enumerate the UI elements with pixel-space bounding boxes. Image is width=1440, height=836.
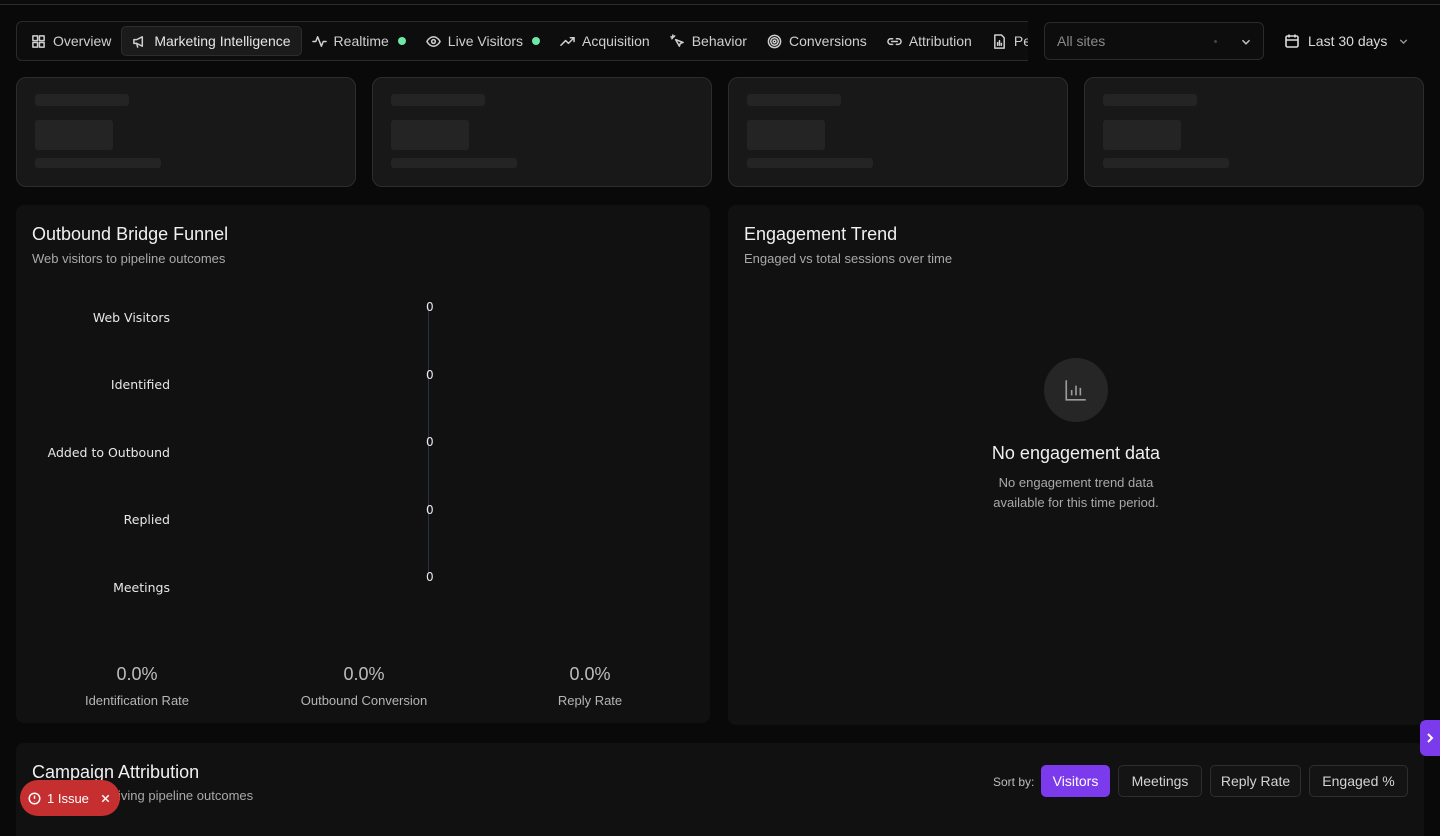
grid-icon (32, 34, 45, 48)
funnel-stage-label: Added to Outbound (47, 445, 170, 460)
sort-engaged-button[interactable]: Engaged % (1309, 765, 1408, 797)
megaphone-icon (133, 35, 144, 48)
tab-label: Perform (1013, 33, 1028, 49)
chevron-down-icon (1241, 39, 1251, 45)
funnel-stage-value: 0 (426, 435, 434, 449)
issue-badge[interactable]: 1 Issue (20, 780, 120, 816)
skeleton-line (391, 94, 485, 106)
live-indicator (397, 37, 406, 45)
skeleton-line (1103, 94, 1197, 106)
side-panel-toggle[interactable] (1420, 720, 1440, 756)
engagement-panel: Engagement Trend Engaged vs total sessio… (728, 205, 1424, 725)
stat-label: Identification Rate (84, 693, 190, 708)
tab-label: Overview (53, 33, 112, 49)
metric-card-loading (728, 77, 1068, 187)
site-select[interactable]: All sites (1044, 22, 1264, 60)
live-indicator (532, 37, 541, 45)
skeleton-line (35, 158, 161, 168)
panel-title: Outbound Bridge Funnel (32, 224, 229, 244)
close-icon[interactable] (99, 792, 112, 805)
funnel-stage-label: Identified (110, 377, 170, 392)
tab-attribution[interactable]: Attribution (877, 26, 982, 56)
stat-value: 0.0% (569, 664, 611, 684)
tab-live-visitors[interactable]: Live Visitors (416, 26, 550, 56)
skeleton-block (747, 120, 825, 150)
skeleton-line (391, 158, 517, 168)
date-range-label: Last 30 days (1308, 33, 1388, 49)
panel-title: Engagement Trend (744, 224, 898, 244)
funnel-panel: Outbound Bridge Funnel Web visitors to p… (16, 205, 710, 723)
tab-label: Conversions (788, 33, 867, 49)
empty-state-icon (1044, 358, 1108, 422)
stat-reply-rate: 0.0% Reply Rate (480, 664, 700, 708)
tab-behavior[interactable]: Behavior (660, 26, 757, 56)
metric-card-loading (1084, 77, 1424, 187)
funnel-stage-label: Web Visitors (92, 310, 170, 325)
site-select-placeholder: All sites (1057, 33, 1106, 49)
tab-label: Live Visitors (447, 33, 524, 49)
chevron-down-icon (1400, 38, 1408, 44)
tab-overview[interactable]: Overview (21, 26, 121, 56)
skeleton-line (35, 94, 129, 106)
sort-visitors-button[interactable]: Visitors (1041, 765, 1110, 797)
skeleton-line (747, 158, 873, 168)
bar-chart-icon (1065, 380, 1086, 401)
stat-label: Outbound Conversion (300, 693, 428, 708)
alert-circle-icon (28, 791, 41, 805)
skeleton-block (391, 120, 469, 150)
activity-icon (311, 35, 327, 47)
funnel-stage-value: 0 (426, 503, 434, 517)
stat-value: 0.0% (343, 664, 385, 684)
stat-value: 0.0% (116, 664, 158, 684)
funnel-stage-label: Meetings (113, 580, 170, 595)
funnel-stage-value: 0 (426, 300, 434, 314)
tab-label: Marketing Intelligence (154, 33, 291, 49)
select-separator (1214, 40, 1217, 43)
file-chart-icon (993, 33, 1005, 49)
tab-acquisition[interactable]: Acquisition (550, 26, 660, 56)
stat-identification-rate: 0.0% Identification Rate (27, 664, 247, 708)
tab-label: Realtime (333, 33, 389, 49)
stat-label: Reply Rate (557, 693, 623, 708)
panel-subtitle: Engaged vs total sessions over time (744, 251, 953, 266)
nav-tabs: Overview Marketing Intelligence Realtime… (16, 21, 1028, 61)
funnel-stage-value: 0 (426, 368, 434, 382)
tab-marketing-intelligence[interactable]: Marketing Intelligence (121, 26, 302, 56)
metric-card-loading (16, 77, 356, 187)
trending-up-icon (560, 36, 575, 46)
stat-outbound-conversion: 0.0% Outbound Conversion (254, 664, 474, 708)
panel-subtitle: Web visitors to pipeline outcomes (32, 251, 226, 266)
skeleton-block (35, 120, 113, 150)
tab-conversions[interactable]: Conversions (757, 26, 877, 56)
sort-by-label: Sort by: (993, 775, 1035, 789)
calendar-icon (1285, 34, 1299, 48)
panel-subtitle: iving pipeline outcomes (118, 788, 254, 803)
sort-meetings-button[interactable]: Meetings (1118, 765, 1202, 797)
link-icon (887, 37, 902, 45)
metric-card-loading (372, 77, 712, 187)
tab-label: Behavior (691, 33, 747, 49)
empty-state-description: No engagement trend data available for t… (993, 475, 1159, 510)
empty-state-title: No engagement data (991, 443, 1161, 463)
date-range-picker[interactable]: Last 30 days (1276, 22, 1424, 60)
pointer-icon (669, 33, 684, 47)
tab-label: Acquisition (582, 33, 650, 49)
issue-label: 1 Issue (47, 790, 89, 806)
sort-reply-rate-button[interactable]: Reply Rate (1210, 765, 1301, 797)
tab-label: Attribution (908, 33, 972, 49)
tab-performance[interactable]: Perform (982, 26, 1028, 56)
top-border (0, 0, 1440, 5)
eye-icon (425, 35, 441, 47)
skeleton-line (1103, 158, 1229, 168)
skeleton-line (747, 94, 841, 106)
target-icon (767, 34, 782, 48)
chevron-right-icon (1427, 733, 1434, 743)
skeleton-block (1103, 120, 1181, 150)
tab-realtime[interactable]: Realtime (302, 26, 416, 56)
funnel-stage-value: 0 (426, 570, 434, 584)
funnel-stage-label: Replied (123, 512, 170, 527)
